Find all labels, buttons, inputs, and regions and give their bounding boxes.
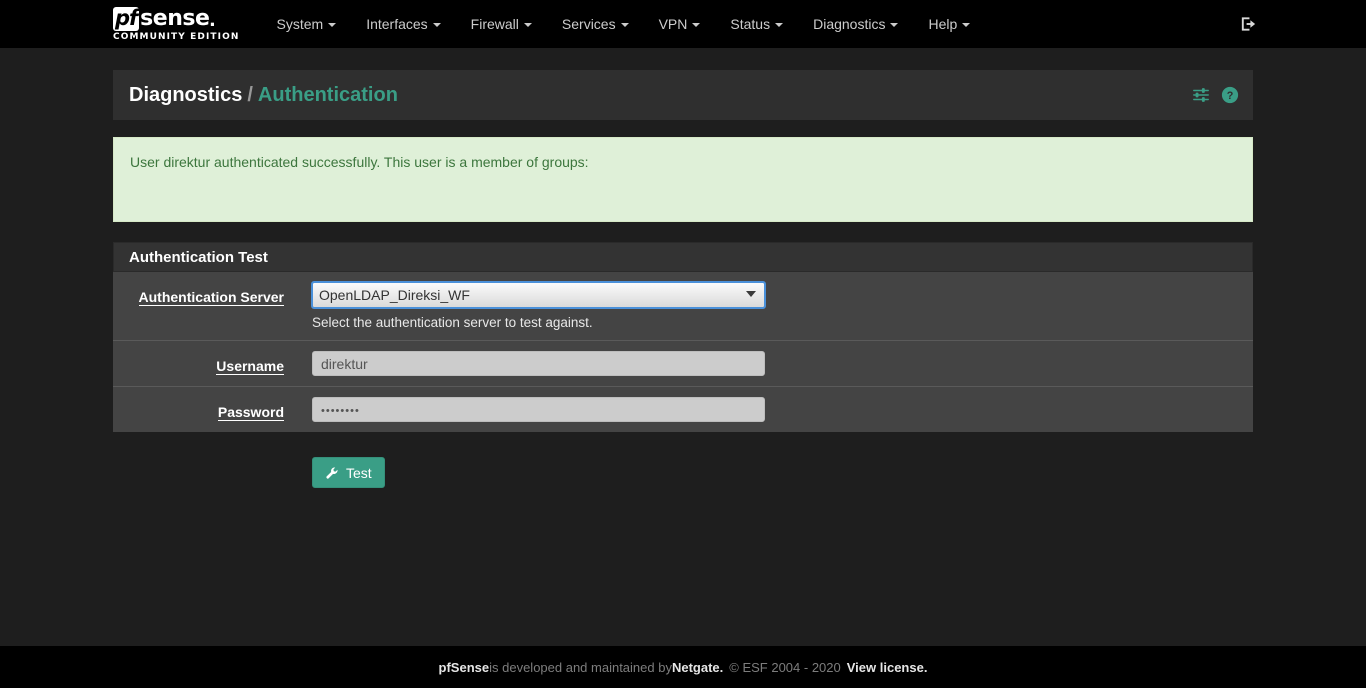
nav-item-system[interactable]: System	[262, 0, 352, 48]
authentication-server-select[interactable]: OpenLDAP_Direksi_WF	[311, 281, 766, 309]
chevron-down-icon	[692, 23, 701, 28]
form-row-username: Username	[113, 341, 1253, 387]
success-alert: User direktur authenticated successfully…	[113, 137, 1253, 222]
form-row-authentication-server: Authentication Server OpenLDAP_Direksi_W…	[113, 272, 1253, 341]
chevron-down-icon	[523, 23, 532, 28]
nav-label: Services	[561, 16, 616, 32]
pfsense-logo[interactable]: pf sense . COMMUNITY EDITION	[113, 0, 240, 48]
nav-label: Help	[928, 16, 958, 32]
nav-label: Firewall	[470, 16, 519, 32]
chevron-down-icon	[962, 23, 971, 28]
logo-dot: .	[209, 5, 216, 31]
breadcrumb-parent[interactable]: Diagnostics	[129, 84, 242, 107]
username-input[interactable]	[312, 351, 765, 376]
footer-brand: pfSense	[438, 659, 490, 675]
chevron-down-icon	[328, 23, 337, 28]
nav-label: System	[276, 16, 324, 32]
logo-sense-text: sense	[140, 5, 210, 31]
nav-menu: System Interfaces Firewall Services VPN …	[262, 0, 986, 48]
page-footer: pfSense is developed and maintained by N…	[0, 646, 1366, 688]
control-authentication-server: OpenLDAP_Direksi_WF Select the authentic…	[298, 281, 1253, 330]
footer-copyright: © ESF 2004 - 2020	[729, 659, 841, 675]
authentication-test-panel: Authentication Test Authentication Serve…	[113, 242, 1253, 432]
nav-item-help[interactable]: Help	[913, 0, 985, 48]
nav-item-status[interactable]: Status	[715, 0, 798, 48]
help-circle-icon[interactable]: ?	[1221, 86, 1239, 104]
page-header-icons: ?	[1192, 86, 1239, 104]
page-container: Diagnostics / Authentication ? User dire…	[113, 70, 1253, 488]
chevron-down-icon	[775, 23, 784, 28]
panel-header: Authentication Test	[113, 242, 1253, 272]
logo-subtitle: COMMUNITY EDITION	[113, 31, 240, 42]
control-username	[298, 351, 1253, 376]
test-button-label: Test	[346, 464, 372, 481]
label-password: Password	[113, 397, 298, 422]
page-header: Diagnostics / Authentication ?	[113, 70, 1253, 120]
logout-icon[interactable]	[1239, 15, 1258, 34]
select-holder: OpenLDAP_Direksi_WF	[311, 281, 766, 309]
nav-item-diagnostics[interactable]: Diagnostics	[798, 0, 913, 48]
top-navbar: pf sense . COMMUNITY EDITION System Inte…	[0, 0, 1366, 48]
label-authentication-server: Authentication Server	[113, 282, 298, 330]
help-text-authentication-server: Select the authentication server to test…	[312, 315, 593, 330]
label-text: Username	[216, 358, 284, 375]
nav-item-interfaces[interactable]: Interfaces	[351, 0, 455, 48]
password-input[interactable]	[312, 397, 765, 422]
chevron-down-icon	[432, 23, 441, 28]
form-actions: Test	[113, 457, 1253, 488]
view-license-link[interactable]: View license.	[847, 660, 928, 675]
panel-title: Authentication Test	[129, 248, 268, 266]
logo-pf-badge: pf	[113, 5, 140, 31]
nav-item-firewall[interactable]: Firewall	[456, 0, 547, 48]
test-button[interactable]: Test	[312, 457, 385, 488]
sliders-icon[interactable]	[1192, 86, 1210, 104]
footer-company: Netgate.	[671, 659, 724, 675]
nav-label: VPN	[658, 16, 688, 32]
control-password	[298, 397, 1253, 422]
breadcrumb-current: Authentication	[257, 83, 398, 106]
nav-label: Diagnostics	[813, 16, 886, 32]
label-username: Username	[113, 351, 298, 376]
breadcrumb-separator: /	[247, 83, 253, 106]
chevron-down-icon	[890, 23, 899, 28]
label-text: Authentication Server	[138, 289, 284, 306]
nav-item-vpn[interactable]: VPN	[644, 0, 716, 48]
form-row-password: Password	[113, 387, 1253, 432]
svg-text:?: ?	[1227, 90, 1234, 102]
nav-item-services[interactable]: Services	[547, 0, 644, 48]
footer-text: is developed and maintained by	[489, 659, 672, 675]
chevron-down-icon	[620, 23, 629, 28]
nav-label: Status	[730, 16, 771, 32]
wrench-icon	[325, 466, 339, 480]
alert-message: User direktur authenticated successfully…	[130, 154, 589, 170]
panel-body: Authentication Server OpenLDAP_Direksi_W…	[113, 272, 1253, 432]
nav-label: Interfaces	[366, 16, 428, 32]
logo-wordmark: pf sense .	[113, 5, 240, 31]
label-text: Password	[217, 404, 284, 421]
